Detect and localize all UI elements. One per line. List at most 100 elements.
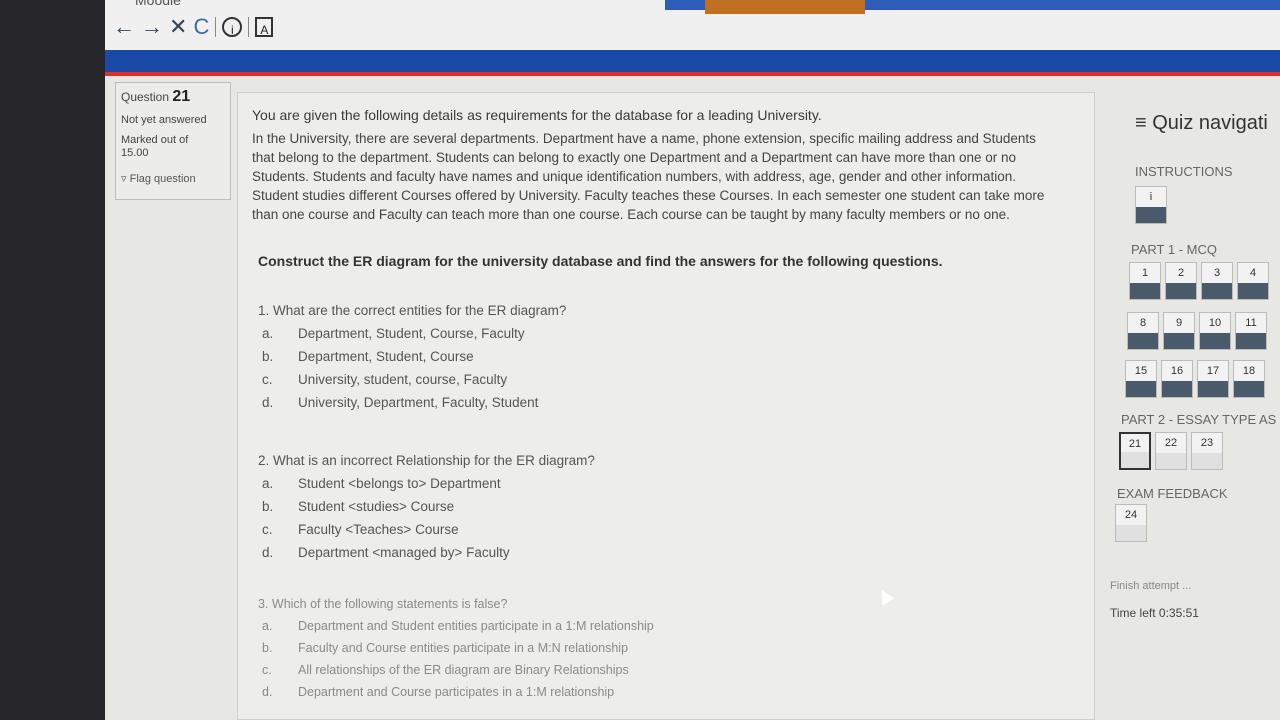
flag-label: Flag question xyxy=(129,173,196,185)
option-letter: d. xyxy=(262,685,273,699)
nav-divider xyxy=(248,17,250,37)
question-number-value: 21 xyxy=(172,88,191,105)
subquestion-3: 3. Which of the following statements is … xyxy=(258,597,1018,699)
marked-label: Marked out of xyxy=(121,134,189,146)
nav-button-label: i xyxy=(1149,191,1153,203)
nav-button-label: 17 xyxy=(1206,365,1220,377)
answer-option[interactable]: d. Department and Course participates in … xyxy=(258,685,1018,699)
quiz-navigation-title: ≡ Quiz navigati xyxy=(1135,112,1268,134)
option-text: Department <managed by> Faculty xyxy=(298,545,510,560)
stop-icon[interactable]: ✕ xyxy=(169,16,187,38)
option-text: Faculty and Course entities participate … xyxy=(298,641,629,655)
nav-button-q16[interactable]: 16 xyxy=(1161,360,1193,398)
nav-button-q1[interactable]: 1 xyxy=(1129,262,1161,300)
question-instruction: Construct the ER diagram for the univers… xyxy=(258,253,943,269)
question-mark: Marked out of 15.00 xyxy=(121,134,225,160)
subquestion-text: 2. What is an incorrect Relationship for… xyxy=(258,453,595,468)
option-text: Department, Student, Course xyxy=(298,349,474,364)
nav-button-q24[interactable]: 24 xyxy=(1115,504,1147,542)
nav-button-label: 24 xyxy=(1124,509,1138,521)
nav-divider xyxy=(215,17,217,37)
nav-button-label: 2 xyxy=(1177,267,1185,279)
nav-button-q23[interactable]: 23 xyxy=(1191,432,1223,470)
nav-button-q8[interactable]: 8 xyxy=(1127,312,1159,350)
option-letter: c. xyxy=(262,522,273,537)
option-letter: b. xyxy=(262,641,273,655)
question-content: You are given the following details as r… xyxy=(237,92,1095,720)
active-tab[interactable] xyxy=(705,0,865,14)
answer-option[interactable]: b. Faculty and Course entities participat… xyxy=(258,641,1018,655)
question-number: Question 21 xyxy=(121,88,225,106)
nav-button-q3[interactable]: 3 xyxy=(1201,262,1233,300)
nav-button-label: 23 xyxy=(1200,437,1214,449)
reload-icon[interactable]: C xyxy=(193,16,209,38)
answer-option[interactable]: a. Student <belongs to> Department xyxy=(258,476,1018,491)
option-letter: a. xyxy=(262,619,273,633)
option-text: Department, Student, Course, Faculty xyxy=(298,326,525,341)
nav-button-q10[interactable]: 10 xyxy=(1199,312,1231,350)
nav-button-q11[interactable]: 11 xyxy=(1235,312,1267,350)
nav-button-label: 9 xyxy=(1175,317,1183,329)
option-text: Faculty <Teaches> Course xyxy=(298,522,459,537)
nav-button-label: 22 xyxy=(1164,437,1178,449)
answer-option[interactable]: c. All relationships of the ER diagram ar… xyxy=(258,663,1018,677)
time-left-label: Time left xyxy=(1110,606,1156,620)
option-letter: a. xyxy=(262,476,274,491)
nav-button-q9[interactable]: 9 xyxy=(1163,312,1195,350)
screen-bezel xyxy=(0,0,105,720)
reader-icon[interactable]: A xyxy=(255,17,274,37)
part1-label: PART 1 - MCQ xyxy=(1131,242,1217,257)
nav-button-label: 11 xyxy=(1245,317,1257,329)
answer-option[interactable]: c. Faculty <Teaches> Course xyxy=(258,522,1018,537)
answer-option[interactable]: c. University, student, course, Faculty xyxy=(258,372,1018,387)
nav-button-instructions[interactable]: i xyxy=(1135,186,1167,224)
question-prefix: Question xyxy=(121,90,170,104)
flag-question-button[interactable]: ▿ Flag question xyxy=(121,172,225,185)
nav-button-label: 15 xyxy=(1134,365,1148,377)
nav-button-label: 3 xyxy=(1213,267,1221,279)
nav-button-q21[interactable]: 21 xyxy=(1119,432,1151,470)
nav-button-q22[interactable]: 22 xyxy=(1155,432,1187,470)
part2-label: PART 2 - ESSAY TYPE AS xyxy=(1121,412,1277,427)
answer-option[interactable]: a. Department, Student, Course, Faculty xyxy=(258,326,1018,341)
option-letter: d. xyxy=(262,545,274,560)
nav-button-label: 4 xyxy=(1249,267,1257,279)
question-state: Not yet answered xyxy=(121,114,207,126)
answer-option[interactable]: d. Department <managed by> Faculty xyxy=(258,545,1018,560)
time-left-value: 0:35:51 xyxy=(1158,606,1199,620)
nav-button-label: 16 xyxy=(1170,365,1184,377)
browser-toolbar: Moodle ← → ✕ C i A xyxy=(105,0,1280,50)
site-header xyxy=(105,50,1280,72)
quiz-page: Question 21 Not yet answered Marked out … xyxy=(105,76,1280,720)
option-letter: c. xyxy=(262,372,273,387)
option-letter: a. xyxy=(262,326,274,341)
back-icon[interactable]: ← xyxy=(113,16,135,38)
nav-button-q17[interactable]: 17 xyxy=(1197,360,1229,398)
nav-button-label: 1 xyxy=(1141,267,1149,279)
instructions-label: INSTRUCTIONS xyxy=(1135,164,1233,179)
question-info-box: Question 21 Not yet answered Marked out … xyxy=(115,82,231,200)
nav-button-q15[interactable]: 15 xyxy=(1125,360,1157,398)
nav-button-label: 18 xyxy=(1242,365,1256,377)
answer-option[interactable]: b. Department, Student, Course xyxy=(258,349,1018,364)
browser-brand: Moodle xyxy=(135,0,181,8)
nav-button-q18[interactable]: 18 xyxy=(1233,360,1265,398)
question-intro: You are given the following details as r… xyxy=(252,107,822,123)
nav-button-label: 8 xyxy=(1139,317,1147,329)
nav-button-q2[interactable]: 2 xyxy=(1165,262,1197,300)
flag-icon: ▿ xyxy=(121,173,127,185)
quiz-navigation-panel: ≡ Quiz navigati INSTRUCTIONS i PART 1 - … xyxy=(1105,96,1280,716)
forward-icon[interactable]: → xyxy=(141,16,163,38)
option-letter: c. xyxy=(262,663,272,677)
nav-button-label: 21 xyxy=(1128,438,1142,450)
answer-option[interactable]: a. Department and Student entities partic… xyxy=(258,619,1018,633)
nav-controls: ← → ✕ C i A xyxy=(113,16,274,38)
marked-value: 15.00 xyxy=(121,147,149,159)
option-letter: b. xyxy=(262,499,274,514)
finish-attempt-link[interactable]: Finish attempt ... xyxy=(1110,580,1191,592)
subquestion-text: 1. What are the correct entities for the… xyxy=(258,303,567,318)
nav-button-q4[interactable]: 4 xyxy=(1237,262,1269,300)
answer-option[interactable]: d. University, Department, Faculty, Stude… xyxy=(258,395,1018,410)
answer-option[interactable]: b. Student <studies> Course xyxy=(258,499,1018,514)
info-icon[interactable]: i xyxy=(222,17,243,37)
